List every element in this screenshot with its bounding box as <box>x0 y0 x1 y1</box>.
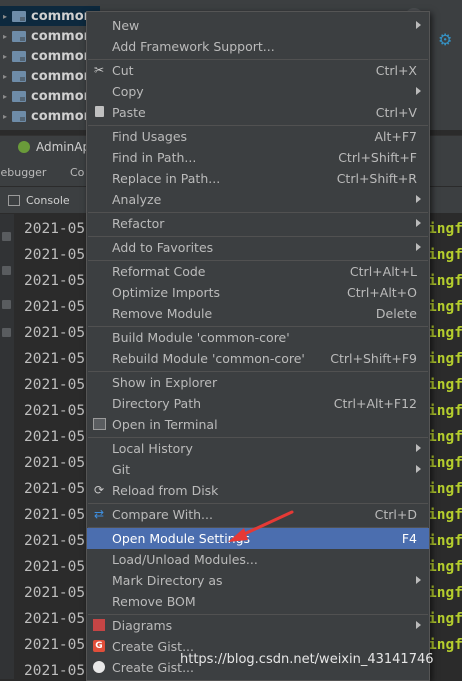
watermark-url: https://blog.csdn.net/weixin_43141746 <box>180 652 434 667</box>
annotation-arrow <box>228 510 294 542</box>
